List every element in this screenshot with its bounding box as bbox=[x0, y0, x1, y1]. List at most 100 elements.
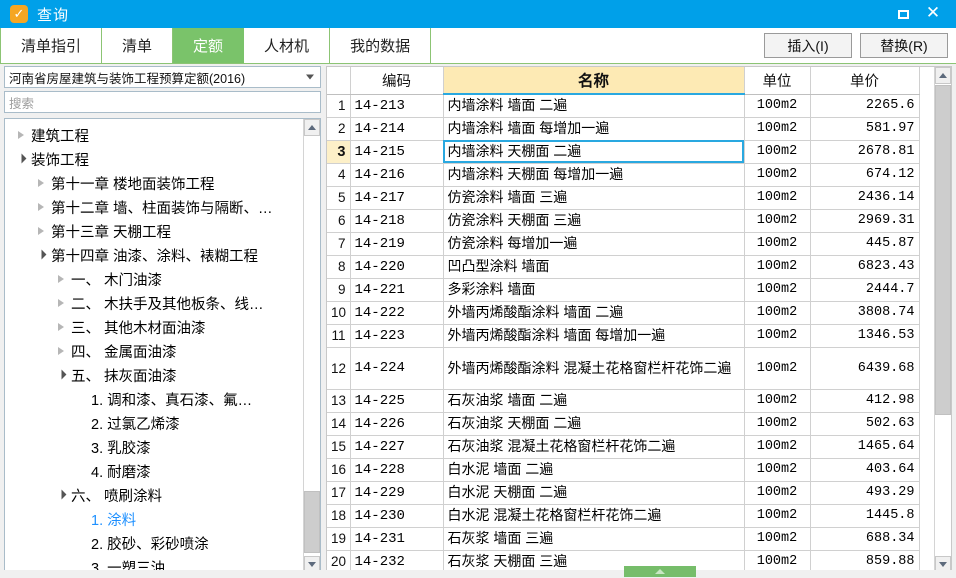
tree-item[interactable]: 1. 调和漆、真石漆、氟… bbox=[5, 387, 302, 411]
table-row[interactable]: 1 14-213 内墙涂料 墙面 二遍 100m2 2265.6 bbox=[327, 94, 920, 118]
table-row[interactable]: 9 14-221 多彩涂料 墙面 100m2 2444.7 bbox=[327, 278, 920, 302]
tree-item[interactable]: 第十一章 楼地面装饰工程 bbox=[5, 171, 302, 195]
cell-price[interactable]: 493.29 bbox=[810, 481, 920, 505]
cell-code[interactable]: 14-216 bbox=[350, 163, 444, 187]
tree-collapse-icon[interactable] bbox=[53, 339, 69, 363]
cell-row-number[interactable]: 3 bbox=[327, 140, 351, 164]
tree-collapse-icon[interactable] bbox=[53, 291, 69, 315]
cell-code[interactable]: 14-218 bbox=[350, 209, 444, 233]
cell-row-number[interactable]: 5 bbox=[327, 186, 351, 210]
tree-expand-icon[interactable] bbox=[33, 243, 49, 267]
tree-item[interactable]: 1. 涂料 bbox=[5, 507, 302, 531]
cell-row-number[interactable]: 18 bbox=[327, 504, 351, 528]
search-input[interactable]: 搜索 bbox=[4, 91, 321, 113]
table-row[interactable]: 17 14-229 白水泥 天棚面 二遍 100m2 493.29 bbox=[327, 481, 920, 505]
cell-name[interactable]: 仿瓷涂料 每增加一遍 bbox=[443, 232, 745, 256]
cell-row-number[interactable]: 19 bbox=[327, 527, 351, 551]
cell-unit[interactable]: 100m2 bbox=[744, 117, 811, 141]
cell-unit[interactable]: 100m2 bbox=[744, 301, 811, 325]
tab-rencaiji[interactable]: 人材机 bbox=[244, 28, 331, 63]
cell-unit[interactable]: 100m2 bbox=[744, 504, 811, 528]
cell-name[interactable]: 石灰油浆 墙面 二遍 bbox=[443, 389, 745, 413]
collapse-panel-handle[interactable] bbox=[624, 566, 696, 577]
cell-row-number[interactable]: 14 bbox=[327, 412, 351, 436]
cell-price[interactable]: 1465.64 bbox=[810, 435, 920, 459]
table-row[interactable]: 3 14-215 内墙涂料 天棚面 二遍 100m2 2678.81 bbox=[327, 140, 920, 164]
table-row[interactable]: 12 14-224 外墙丙烯酸酯涂料 混凝土花格窗栏杆花饰二遍 100m2 6439.6… bbox=[327, 347, 920, 390]
cell-name[interactable]: 外墙丙烯酸酯涂料 墙面 二遍 bbox=[443, 301, 745, 325]
tree-item[interactable]: 第十三章 天棚工程 bbox=[5, 219, 302, 243]
cell-name[interactable]: 内墙涂料 天棚面 每增加一遍 bbox=[443, 163, 745, 187]
cell-unit[interactable]: 100m2 bbox=[744, 324, 811, 348]
cell-name[interactable]: 石灰油浆 天棚面 二遍 bbox=[443, 412, 745, 436]
cell-price[interactable]: 1346.53 bbox=[810, 324, 920, 348]
cell-price[interactable]: 2265.6 bbox=[810, 94, 920, 118]
table-row[interactable]: 7 14-219 仿瓷涂料 每增加一遍 100m2 445.87 bbox=[327, 232, 920, 256]
tree-collapse-icon[interactable] bbox=[13, 123, 29, 147]
tree-expand-icon[interactable] bbox=[53, 363, 69, 387]
cell-code[interactable]: 14-221 bbox=[350, 278, 444, 302]
cell-unit[interactable]: 100m2 bbox=[744, 209, 811, 233]
cell-row-number[interactable]: 8 bbox=[327, 255, 351, 279]
tree-item[interactable]: 第十二章 墙、柱面装饰与隔断、… bbox=[5, 195, 302, 219]
cell-row-number[interactable]: 10 bbox=[327, 301, 351, 325]
tree-scrollbar[interactable] bbox=[303, 119, 320, 573]
cell-row-number[interactable]: 15 bbox=[327, 435, 351, 459]
cell-unit[interactable]: 100m2 bbox=[744, 278, 811, 302]
cell-name[interactable]: 仿瓷涂料 墙面 三遍 bbox=[443, 186, 745, 210]
cell-unit[interactable]: 100m2 bbox=[744, 232, 811, 256]
cell-name[interactable]: 白水泥 天棚面 二遍 bbox=[443, 481, 745, 505]
header-unit[interactable]: 单位 bbox=[744, 67, 811, 95]
close-button[interactable]: ✕ bbox=[918, 0, 948, 28]
cell-unit[interactable]: 100m2 bbox=[744, 163, 811, 187]
table-row[interactable]: 10 14-222 外墙丙烯酸酯涂料 墙面 二遍 100m2 3808.74 bbox=[327, 301, 920, 325]
cell-code[interactable]: 14-213 bbox=[350, 94, 444, 118]
tree-item[interactable]: 装饰工程 bbox=[5, 147, 302, 171]
cell-code[interactable]: 14-224 bbox=[350, 347, 444, 390]
cell-price[interactable]: 445.87 bbox=[810, 232, 920, 256]
tree-collapse-icon[interactable] bbox=[53, 315, 69, 339]
tree-item[interactable]: 一、 木门油漆 bbox=[5, 267, 302, 291]
cell-price[interactable]: 2436.14 bbox=[810, 186, 920, 210]
cell-price[interactable]: 2444.7 bbox=[810, 278, 920, 302]
table-row[interactable]: 2 14-214 内墙涂料 墙面 每增加一遍 100m2 581.97 bbox=[327, 117, 920, 141]
cell-unit[interactable]: 100m2 bbox=[744, 94, 811, 118]
grid-scroll-up-button[interactable] bbox=[935, 67, 951, 84]
cell-row-number[interactable]: 9 bbox=[327, 278, 351, 302]
library-select[interactable]: 河南省房屋建筑与装饰工程预算定额(2016) bbox=[4, 66, 321, 88]
cell-row-number[interactable]: 4 bbox=[327, 163, 351, 187]
insert-button[interactable]: 插入(I) bbox=[764, 33, 852, 58]
tree-item[interactable]: 六、 喷刷涂料 bbox=[5, 483, 302, 507]
tree-item[interactable]: 2. 过氯乙烯漆 bbox=[5, 411, 302, 435]
tree-expand-icon[interactable] bbox=[53, 483, 69, 507]
cell-code[interactable]: 14-222 bbox=[350, 301, 444, 325]
cell-price[interactable]: 3808.74 bbox=[810, 301, 920, 325]
cell-price[interactable]: 403.64 bbox=[810, 458, 920, 482]
cell-code[interactable]: 14-231 bbox=[350, 527, 444, 551]
cell-code[interactable]: 14-217 bbox=[350, 186, 444, 210]
cell-price[interactable]: 1445.8 bbox=[810, 504, 920, 528]
tree-item[interactable]: 2. 胶砂、彩砂喷涂 bbox=[5, 531, 302, 555]
cell-code[interactable]: 14-223 bbox=[350, 324, 444, 348]
cell-unit[interactable]: 100m2 bbox=[744, 186, 811, 210]
cell-row-number[interactable]: 6 bbox=[327, 209, 351, 233]
tree-scroll-up-button[interactable] bbox=[304, 119, 320, 136]
cell-code[interactable]: 14-229 bbox=[350, 481, 444, 505]
grid-scroll-thumb[interactable] bbox=[935, 85, 951, 415]
cell-unit[interactable]: 100m2 bbox=[744, 481, 811, 505]
tree-item[interactable]: 三、 其他木材面油漆 bbox=[5, 315, 302, 339]
cell-name[interactable]: 多彩涂料 墙面 bbox=[443, 278, 745, 302]
tab-qingdan-zhiyin[interactable]: 清单指引 bbox=[0, 28, 103, 63]
cell-price[interactable]: 6823.43 bbox=[810, 255, 920, 279]
cell-row-number[interactable]: 12 bbox=[327, 347, 351, 390]
cell-name[interactable]: 石灰油浆 混凝土花格窗栏杆花饰二遍 bbox=[443, 435, 745, 459]
tree-view[interactable]: 建筑工程 装饰工程 第十一章 楼地面装饰工程 第十二章 墙、柱面装饰与隔断、… 第十三章… bbox=[5, 119, 302, 574]
cell-price[interactable]: 2969.31 bbox=[810, 209, 920, 233]
cell-price[interactable]: 581.97 bbox=[810, 117, 920, 141]
cell-name[interactable]: 内墙涂料 墙面 二遍 bbox=[443, 94, 745, 118]
cell-unit[interactable]: 100m2 bbox=[744, 140, 811, 164]
cell-row-number[interactable]: 11 bbox=[327, 324, 351, 348]
cell-row-number[interactable]: 7 bbox=[327, 232, 351, 256]
cell-name[interactable]: 白水泥 混凝土花格窗栏杆花饰二遍 bbox=[443, 504, 745, 528]
cell-unit[interactable]: 100m2 bbox=[744, 435, 811, 459]
